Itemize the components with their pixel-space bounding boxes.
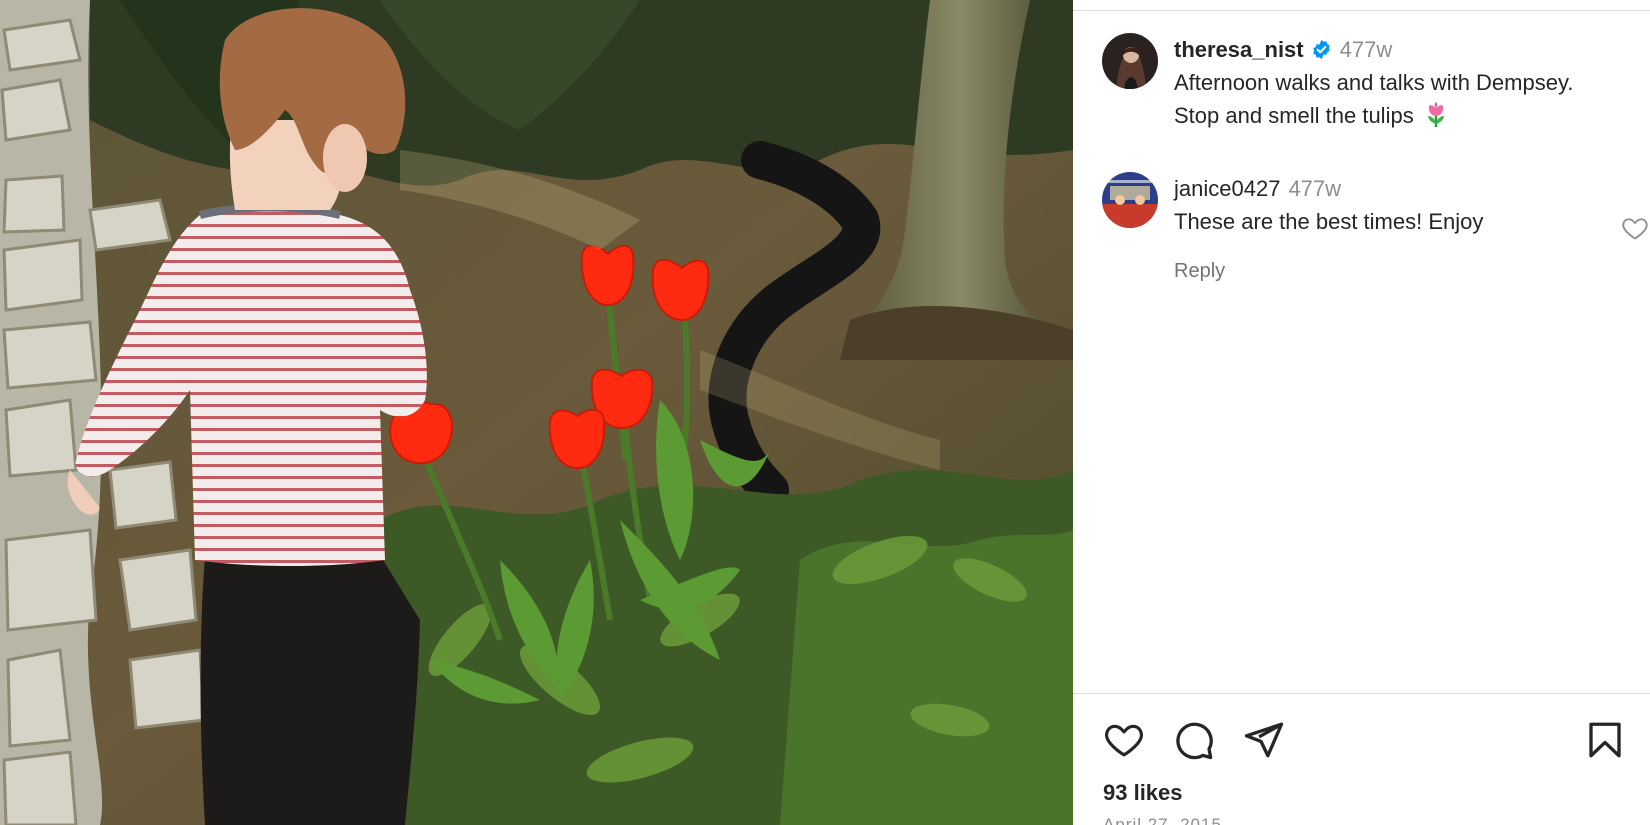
post-actions bbox=[1073, 718, 1650, 762]
caption-line-1: Afternoon walks and talks with Dempsey. bbox=[1174, 70, 1574, 95]
post-age[interactable]: 477w bbox=[1340, 37, 1393, 62]
reply-button[interactable]: Reply bbox=[1174, 260, 1225, 283]
divider bbox=[1073, 10, 1650, 11]
comment-text: These are the best times! Enjoy bbox=[1174, 209, 1484, 234]
verified-badge-icon bbox=[1311, 36, 1332, 60]
comment-item: janice0427 477w These are the best times!… bbox=[1102, 172, 1649, 292]
divider bbox=[1073, 693, 1650, 694]
post-date[interactable]: April 27, 2015 bbox=[1103, 815, 1222, 825]
garden-photo-image bbox=[0, 0, 1073, 825]
heart-icon[interactable] bbox=[1102, 718, 1146, 762]
commenter-avatar[interactable] bbox=[1102, 172, 1158, 228]
bookmark-icon[interactable] bbox=[1583, 718, 1627, 762]
commenter-username[interactable]: janice0427 bbox=[1174, 176, 1280, 201]
comment-icon[interactable] bbox=[1172, 718, 1216, 762]
post-panel: theresa_nist 477w Afternoon walks and tal… bbox=[1073, 0, 1650, 825]
tulip-icon bbox=[1424, 102, 1448, 128]
author-avatar[interactable] bbox=[1102, 33, 1158, 89]
share-icon[interactable] bbox=[1242, 718, 1286, 762]
comment-age[interactable]: 477w bbox=[1288, 176, 1341, 201]
caption-line-2: Stop and smell the tulips bbox=[1174, 103, 1414, 128]
post-caption: theresa_nist 477w Afternoon walks and tal… bbox=[1102, 33, 1647, 133]
comment-heart-icon[interactable] bbox=[1621, 214, 1649, 242]
author-username[interactable]: theresa_nist bbox=[1174, 37, 1304, 62]
likes-count[interactable]: 93 likes bbox=[1103, 780, 1183, 806]
post-photo[interactable] bbox=[0, 0, 1073, 825]
